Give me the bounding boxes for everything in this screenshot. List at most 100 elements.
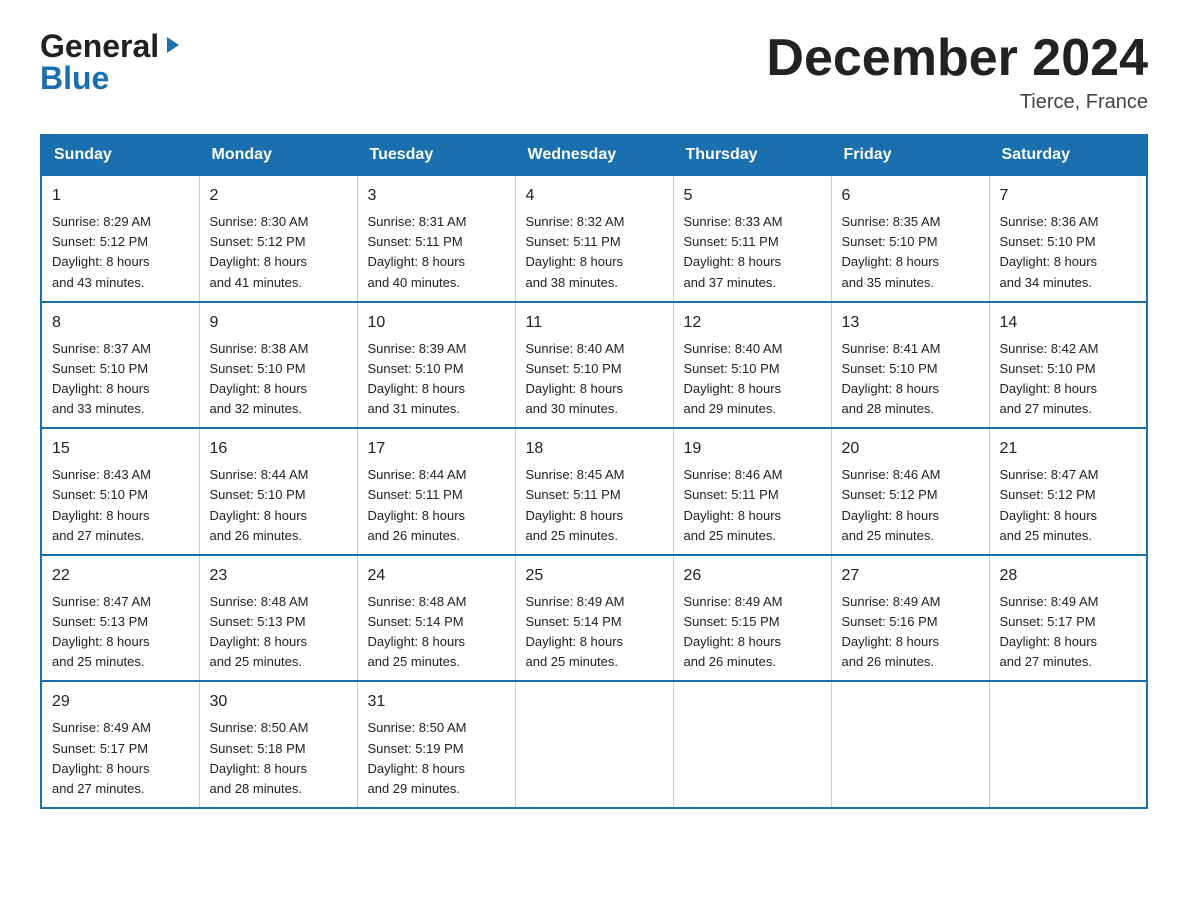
calendar-cell [515, 681, 673, 808]
day-number: 14 [1000, 311, 1137, 335]
day-info: Sunrise: 8:40 AM Sunset: 5:10 PM Dayligh… [526, 341, 625, 416]
day-info: Sunrise: 8:29 AM Sunset: 5:12 PM Dayligh… [52, 214, 151, 289]
calendar-cell: 3 Sunrise: 8:31 AM Sunset: 5:11 PM Dayli… [357, 175, 515, 302]
calendar-cell: 10 Sunrise: 8:39 AM Sunset: 5:10 PM Dayl… [357, 302, 515, 429]
day-number: 19 [684, 437, 821, 461]
day-info: Sunrise: 8:45 AM Sunset: 5:11 PM Dayligh… [526, 467, 625, 542]
day-number: 29 [52, 690, 189, 714]
month-title: December 2024 [766, 30, 1148, 87]
calendar-cell: 13 Sunrise: 8:41 AM Sunset: 5:10 PM Dayl… [831, 302, 989, 429]
calendar-cell: 21 Sunrise: 8:47 AM Sunset: 5:12 PM Dayl… [989, 428, 1147, 555]
calendar-cell: 16 Sunrise: 8:44 AM Sunset: 5:10 PM Dayl… [199, 428, 357, 555]
calendar-cell: 29 Sunrise: 8:49 AM Sunset: 5:17 PM Dayl… [41, 681, 199, 808]
day-number: 13 [842, 311, 979, 335]
day-info: Sunrise: 8:40 AM Sunset: 5:10 PM Dayligh… [684, 341, 783, 416]
calendar-cell: 17 Sunrise: 8:44 AM Sunset: 5:11 PM Dayl… [357, 428, 515, 555]
day-number: 23 [210, 564, 347, 588]
calendar-week-row: 22 Sunrise: 8:47 AM Sunset: 5:13 PM Dayl… [41, 555, 1147, 682]
col-wednesday: Wednesday [515, 135, 673, 175]
day-info: Sunrise: 8:36 AM Sunset: 5:10 PM Dayligh… [1000, 214, 1099, 289]
day-info: Sunrise: 8:47 AM Sunset: 5:13 PM Dayligh… [52, 594, 151, 669]
day-info: Sunrise: 8:37 AM Sunset: 5:10 PM Dayligh… [52, 341, 151, 416]
day-info: Sunrise: 8:46 AM Sunset: 5:12 PM Dayligh… [842, 467, 941, 542]
calendar-cell: 5 Sunrise: 8:33 AM Sunset: 5:11 PM Dayli… [673, 175, 831, 302]
calendar-cell: 2 Sunrise: 8:30 AM Sunset: 5:12 PM Dayli… [199, 175, 357, 302]
calendar-cell: 27 Sunrise: 8:49 AM Sunset: 5:16 PM Dayl… [831, 555, 989, 682]
page-header: General Blue December 2024 Tierce, Franc… [40, 30, 1148, 114]
calendar-cell: 20 Sunrise: 8:46 AM Sunset: 5:12 PM Dayl… [831, 428, 989, 555]
day-number: 16 [210, 437, 347, 461]
col-sunday: Sunday [41, 135, 199, 175]
calendar-week-row: 1 Sunrise: 8:29 AM Sunset: 5:12 PM Dayli… [41, 175, 1147, 302]
day-info: Sunrise: 8:49 AM Sunset: 5:14 PM Dayligh… [526, 594, 625, 669]
day-number: 10 [368, 311, 505, 335]
logo-blue-text: Blue [40, 62, 183, 94]
day-number: 4 [526, 184, 663, 208]
calendar-cell: 6 Sunrise: 8:35 AM Sunset: 5:10 PM Dayli… [831, 175, 989, 302]
day-number: 26 [684, 564, 821, 588]
day-number: 1 [52, 184, 189, 208]
day-number: 30 [210, 690, 347, 714]
day-number: 8 [52, 311, 189, 335]
day-number: 28 [1000, 564, 1137, 588]
logo: General Blue [40, 30, 183, 94]
calendar-cell: 28 Sunrise: 8:49 AM Sunset: 5:17 PM Dayl… [989, 555, 1147, 682]
calendar-cell: 15 Sunrise: 8:43 AM Sunset: 5:10 PM Dayl… [41, 428, 199, 555]
location-text: Tierce, France [766, 91, 1148, 114]
calendar-cell: 24 Sunrise: 8:48 AM Sunset: 5:14 PM Dayl… [357, 555, 515, 682]
calendar-cell: 18 Sunrise: 8:45 AM Sunset: 5:11 PM Dayl… [515, 428, 673, 555]
day-info: Sunrise: 8:44 AM Sunset: 5:11 PM Dayligh… [368, 467, 467, 542]
col-friday: Friday [831, 135, 989, 175]
day-number: 12 [684, 311, 821, 335]
day-info: Sunrise: 8:50 AM Sunset: 5:19 PM Dayligh… [368, 720, 467, 795]
day-number: 20 [842, 437, 979, 461]
day-info: Sunrise: 8:49 AM Sunset: 5:17 PM Dayligh… [1000, 594, 1099, 669]
calendar-cell: 11 Sunrise: 8:40 AM Sunset: 5:10 PM Dayl… [515, 302, 673, 429]
day-info: Sunrise: 8:44 AM Sunset: 5:10 PM Dayligh… [210, 467, 309, 542]
calendar-cell: 9 Sunrise: 8:38 AM Sunset: 5:10 PM Dayli… [199, 302, 357, 429]
calendar-cell: 30 Sunrise: 8:50 AM Sunset: 5:18 PM Dayl… [199, 681, 357, 808]
day-number: 9 [210, 311, 347, 335]
calendar-header-row: Sunday Monday Tuesday Wednesday Thursday… [41, 135, 1147, 175]
day-number: 5 [684, 184, 821, 208]
day-info: Sunrise: 8:35 AM Sunset: 5:10 PM Dayligh… [842, 214, 941, 289]
day-info: Sunrise: 8:39 AM Sunset: 5:10 PM Dayligh… [368, 341, 467, 416]
day-number: 15 [52, 437, 189, 461]
col-thursday: Thursday [673, 135, 831, 175]
day-info: Sunrise: 8:31 AM Sunset: 5:11 PM Dayligh… [368, 214, 467, 289]
day-number: 2 [210, 184, 347, 208]
calendar-cell: 12 Sunrise: 8:40 AM Sunset: 5:10 PM Dayl… [673, 302, 831, 429]
day-info: Sunrise: 8:32 AM Sunset: 5:11 PM Dayligh… [526, 214, 625, 289]
calendar-cell: 19 Sunrise: 8:46 AM Sunset: 5:11 PM Dayl… [673, 428, 831, 555]
calendar-cell: 14 Sunrise: 8:42 AM Sunset: 5:10 PM Dayl… [989, 302, 1147, 429]
day-info: Sunrise: 8:33 AM Sunset: 5:11 PM Dayligh… [684, 214, 783, 289]
logo-general-text: General [40, 30, 159, 62]
day-info: Sunrise: 8:49 AM Sunset: 5:15 PM Dayligh… [684, 594, 783, 669]
day-number: 11 [526, 311, 663, 335]
title-section: December 2024 Tierce, France [766, 30, 1148, 114]
day-number: 22 [52, 564, 189, 588]
calendar-cell: 25 Sunrise: 8:49 AM Sunset: 5:14 PM Dayl… [515, 555, 673, 682]
day-info: Sunrise: 8:48 AM Sunset: 5:14 PM Dayligh… [368, 594, 467, 669]
day-number: 17 [368, 437, 505, 461]
calendar-week-row: 15 Sunrise: 8:43 AM Sunset: 5:10 PM Dayl… [41, 428, 1147, 555]
day-number: 6 [842, 184, 979, 208]
day-number: 27 [842, 564, 979, 588]
day-info: Sunrise: 8:47 AM Sunset: 5:12 PM Dayligh… [1000, 467, 1099, 542]
day-number: 31 [368, 690, 505, 714]
calendar-cell: 23 Sunrise: 8:48 AM Sunset: 5:13 PM Dayl… [199, 555, 357, 682]
calendar-cell: 26 Sunrise: 8:49 AM Sunset: 5:15 PM Dayl… [673, 555, 831, 682]
calendar-week-row: 29 Sunrise: 8:49 AM Sunset: 5:17 PM Dayl… [41, 681, 1147, 808]
day-info: Sunrise: 8:46 AM Sunset: 5:11 PM Dayligh… [684, 467, 783, 542]
calendar-cell: 8 Sunrise: 8:37 AM Sunset: 5:10 PM Dayli… [41, 302, 199, 429]
calendar-cell: 1 Sunrise: 8:29 AM Sunset: 5:12 PM Dayli… [41, 175, 199, 302]
day-info: Sunrise: 8:50 AM Sunset: 5:18 PM Dayligh… [210, 720, 309, 795]
day-info: Sunrise: 8:38 AM Sunset: 5:10 PM Dayligh… [210, 341, 309, 416]
calendar-cell [673, 681, 831, 808]
day-number: 24 [368, 564, 505, 588]
col-saturday: Saturday [989, 135, 1147, 175]
day-number: 18 [526, 437, 663, 461]
logo-arrow-icon [163, 35, 183, 59]
col-tuesday: Tuesday [357, 135, 515, 175]
day-info: Sunrise: 8:42 AM Sunset: 5:10 PM Dayligh… [1000, 341, 1099, 416]
